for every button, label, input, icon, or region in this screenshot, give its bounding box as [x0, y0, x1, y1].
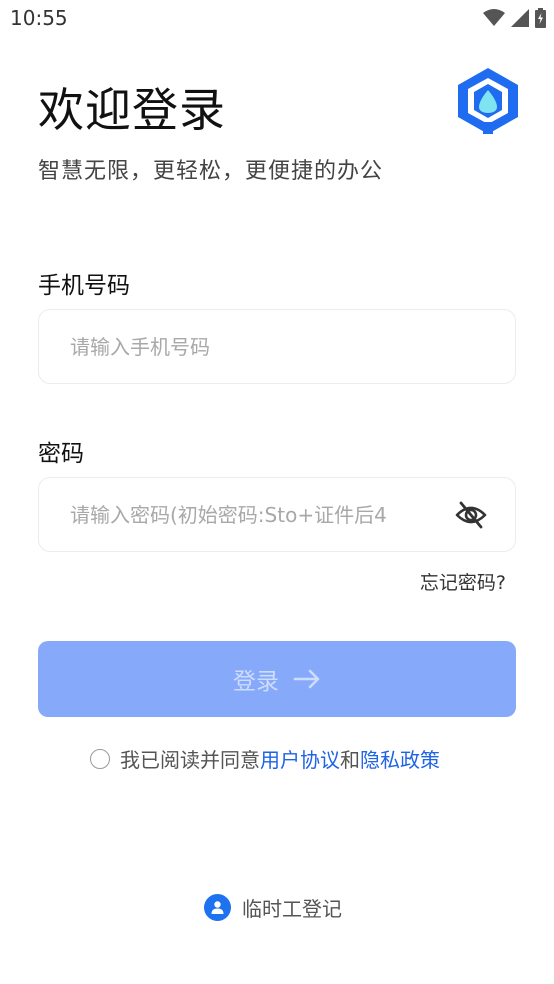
arrow-right-icon — [293, 669, 321, 689]
signal-icon — [511, 9, 529, 27]
phone-input[interactable] — [39, 310, 515, 383]
person-icon — [204, 894, 231, 921]
wifi-icon — [483, 9, 505, 27]
agree-checkbox[interactable] — [90, 748, 110, 769]
status-bar: 10:55 — [0, 0, 554, 38]
agreement-connector: 和 — [340, 748, 360, 772]
eye-off-icon[interactable] — [455, 500, 487, 530]
page-subtitle: 智慧无限，更轻松，更便捷的办公 — [38, 159, 384, 184]
battery-charging-icon — [535, 8, 546, 28]
password-label: 密码 — [38, 441, 84, 467]
page-title: 欢迎登录 — [38, 83, 226, 137]
password-input[interactable] — [39, 478, 439, 551]
agreement-row: 我已阅读并同意 用户协议 和 隐私政策 — [90, 744, 440, 773]
temp-register-label: 临时工登记 — [242, 897, 342, 921]
login-button-label: 登录 — [233, 669, 279, 695]
temp-worker-register-link[interactable]: 临时工登记 — [204, 893, 342, 922]
password-input-box — [38, 477, 516, 552]
privacy-link[interactable]: 隐私政策 — [360, 744, 440, 773]
cube-logo-icon — [456, 66, 520, 136]
status-icons — [483, 8, 546, 28]
forgot-password-link[interactable]: 忘记密码? — [420, 568, 506, 595]
phone-label: 手机号码 — [38, 273, 130, 299]
status-time: 10:55 — [10, 6, 68, 30]
agreement-text: 我已阅读并同意 — [120, 748, 260, 772]
terms-link[interactable]: 用户协议 — [260, 744, 340, 773]
phone-input-box — [38, 309, 516, 384]
login-button[interactable]: 登录 — [38, 641, 516, 717]
